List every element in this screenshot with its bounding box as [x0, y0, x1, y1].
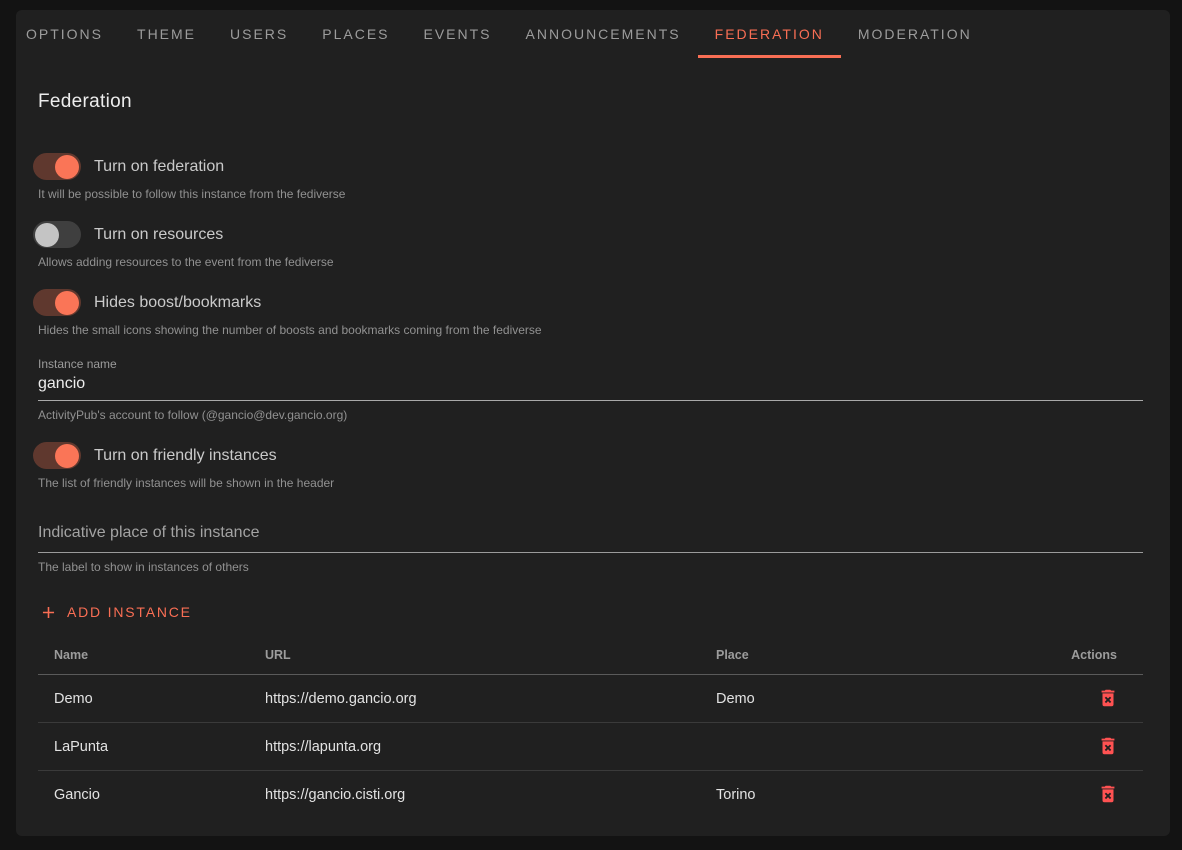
table-row: LaPunta https://lapunta.org — [38, 723, 1143, 771]
instance-name-field-group: Instance name ActivityPub's account to f… — [38, 357, 1143, 422]
instance-place-field-group: The label to show in instances of others — [38, 524, 1143, 574]
tab-events[interactable]: EVENTS — [407, 10, 509, 58]
column-header-name: Name — [38, 638, 249, 675]
plus-icon — [39, 603, 58, 622]
friendly-instances-toggle-hint: The list of friendly instances will be s… — [38, 476, 1143, 490]
delete-instance-button[interactable] — [1095, 781, 1121, 807]
toggle-thumb-icon — [55, 155, 79, 179]
resources-toggle[interactable] — [33, 221, 81, 248]
boost-bookmarks-toggle[interactable] — [33, 289, 81, 316]
add-instance-button-label: ADD INSTANCE — [67, 604, 192, 620]
federation-toggle-hint: It will be possible to follow this insta… — [38, 187, 1143, 201]
instance-name-cell: LaPunta — [38, 723, 249, 771]
tab-users[interactable]: USERS — [213, 10, 305, 58]
column-header-actions: Actions — [1030, 638, 1143, 675]
tab-places[interactable]: PLACES — [305, 10, 406, 58]
table-header-row: Name URL Place Actions — [38, 638, 1143, 675]
delete-instance-button[interactable] — [1095, 733, 1121, 759]
toggle-thumb-icon — [55, 444, 79, 468]
delete-instance-button[interactable] — [1095, 685, 1121, 711]
setting-federation: Turn on federation It will be possible t… — [38, 153, 1143, 201]
trash-delete-icon — [1097, 745, 1119, 760]
instance-url-cell: https://demo.gancio.org — [249, 675, 700, 723]
admin-panel-card: OPTIONS THEME USERS PLACES EVENTS ANNOUN… — [16, 10, 1170, 836]
column-header-url: URL — [249, 638, 700, 675]
tab-theme[interactable]: THEME — [120, 10, 213, 58]
trash-delete-icon — [1097, 697, 1119, 712]
admin-tab-bar: OPTIONS THEME USERS PLACES EVENTS ANNOUN… — [16, 10, 1170, 58]
resources-toggle-hint: Allows adding resources to the event fro… — [38, 255, 1143, 269]
federation-toggle[interactable] — [33, 153, 81, 180]
trash-delete-icon — [1097, 793, 1119, 808]
toggle-thumb-icon — [55, 291, 79, 315]
instance-url-cell: https://gancio.cisti.org — [249, 771, 700, 819]
tab-options[interactable]: OPTIONS — [16, 10, 120, 58]
table-row: Gancio https://gancio.cisti.org Torino — [38, 771, 1143, 819]
add-instance-button[interactable]: ADD INSTANCE — [39, 594, 200, 630]
instance-name-input[interactable] — [38, 371, 1143, 401]
friendly-instances-toggle[interactable] — [33, 442, 81, 469]
table-row: Demo https://demo.gancio.org Demo — [38, 675, 1143, 723]
instance-place-input[interactable] — [38, 524, 1143, 553]
friendly-instances-table: Name URL Place Actions Demo https://demo… — [38, 638, 1143, 819]
tab-announcements[interactable]: ANNOUNCEMENTS — [509, 10, 698, 58]
tab-federation[interactable]: FEDERATION — [698, 10, 841, 58]
instance-place-cell — [700, 723, 1030, 771]
boost-bookmarks-toggle-hint: Hides the small icons showing the number… — [38, 323, 1143, 337]
page-title: Federation — [38, 91, 1143, 113]
setting-boost-bookmarks: Hides boost/bookmarks Hides the small ic… — [38, 289, 1143, 337]
column-header-place: Place — [700, 638, 1030, 675]
instance-place-cell: Demo — [700, 675, 1030, 723]
instance-name-label: Instance name — [38, 357, 1143, 371]
setting-friendly-instances: Turn on friendly instances The list of f… — [38, 442, 1143, 490]
federation-settings-panel: Federation Turn on federation It will be… — [16, 58, 1170, 819]
boost-bookmarks-toggle-label: Hides boost/bookmarks — [94, 294, 261, 312]
instance-name-hint: ActivityPub's account to follow (@gancio… — [38, 408, 1143, 422]
friendly-instances-toggle-label: Turn on friendly instances — [94, 447, 277, 465]
toggle-thumb-icon — [35, 223, 59, 247]
federation-toggle-label: Turn on federation — [94, 158, 224, 176]
instance-place-hint: The label to show in instances of others — [38, 560, 1143, 574]
resources-toggle-label: Turn on resources — [94, 226, 223, 244]
instance-name-cell: Demo — [38, 675, 249, 723]
setting-resources: Turn on resources Allows adding resource… — [38, 221, 1143, 269]
instance-name-cell: Gancio — [38, 771, 249, 819]
instance-url-cell: https://lapunta.org — [249, 723, 700, 771]
instance-place-cell: Torino — [700, 771, 1030, 819]
tab-moderation[interactable]: MODERATION — [841, 10, 989, 58]
